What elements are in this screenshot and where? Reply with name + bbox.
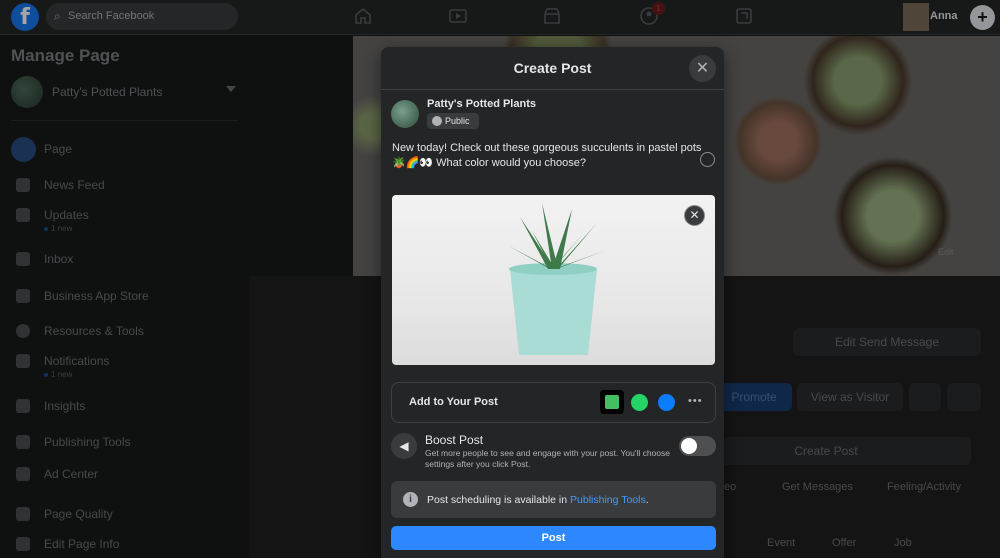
messenger-icon[interactable] bbox=[658, 394, 675, 411]
post-button[interactable]: Post bbox=[391, 526, 716, 550]
scheduling-info-text: Post scheduling is available in Publishi… bbox=[427, 494, 649, 506]
audience-label: Public bbox=[445, 116, 470, 126]
succulent-plant-image bbox=[507, 203, 607, 355]
toggle-knob bbox=[681, 438, 697, 454]
boost-post-title: Boost Post bbox=[425, 433, 484, 447]
post-author-name: Patty's Potted Plants bbox=[427, 98, 536, 110]
whatsapp-icon[interactable] bbox=[631, 394, 648, 411]
info-icon: i bbox=[403, 492, 418, 507]
dialog-title: Create Post bbox=[513, 60, 592, 76]
divider bbox=[381, 89, 724, 90]
photo-icon-inner bbox=[605, 395, 619, 409]
add-to-post-label: Add to Your Post bbox=[409, 396, 498, 408]
close-icon[interactable]: ✕ bbox=[689, 55, 716, 82]
boost-post-description: Get more people to see and engage with y… bbox=[425, 448, 670, 469]
scheduling-text: Post scheduling is available in bbox=[427, 494, 568, 506]
photo-video-icon[interactable] bbox=[600, 390, 624, 414]
page-avatar bbox=[391, 100, 419, 128]
boost-post-toggle[interactable] bbox=[679, 436, 716, 456]
attached-photo bbox=[392, 195, 715, 365]
remove-photo-close-icon[interactable]: ✕ bbox=[684, 205, 705, 226]
post-text-line: 🪴🌈👀 What color would you choose? bbox=[392, 157, 586, 169]
post-text-input[interactable]: New today! Check out these gorgeous succ… bbox=[392, 141, 702, 171]
globe-icon bbox=[432, 116, 442, 126]
post-text-line: New today! Check out these gorgeous succ… bbox=[392, 142, 702, 154]
publishing-tools-link[interactable]: Publishing Tools bbox=[570, 494, 646, 506]
emoji-icon[interactable] bbox=[700, 152, 715, 167]
scheduling-text-end: . bbox=[645, 494, 649, 506]
more-options-icon[interactable]: ••• bbox=[688, 395, 703, 407]
megaphone-icon: ◀ bbox=[391, 433, 417, 459]
audience-selector-button[interactable]: Public bbox=[427, 113, 479, 129]
